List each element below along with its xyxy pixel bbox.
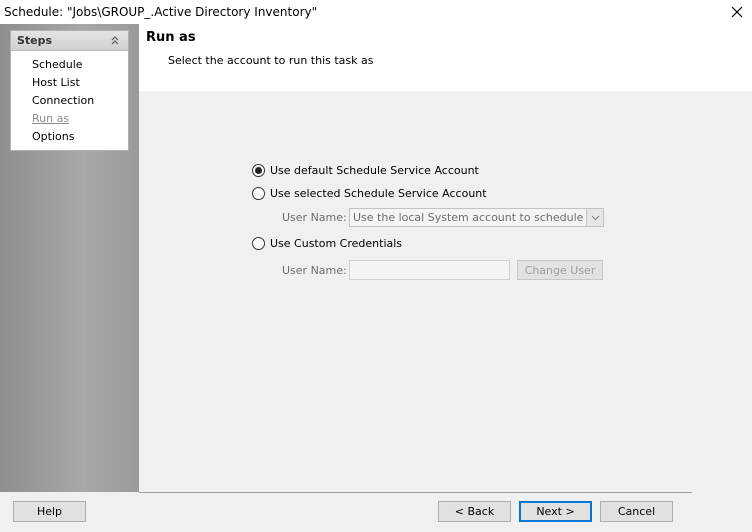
collapse-button[interactable] [108,33,122,47]
custom-user-name-input[interactable] [349,260,510,280]
selected-account-radio[interactable] [252,187,265,200]
steps-title: Steps [17,34,53,47]
header-panel: Run as Select the account to run this ta… [142,27,742,89]
steps-box: Steps Schedule Host List Connection Run … [10,30,129,151]
close-button[interactable] [722,0,752,24]
step-options[interactable]: Options [11,129,128,147]
default-account-option[interactable]: Use default Schedule Service Account [252,164,479,177]
chevron-down-icon [591,215,599,220]
radio-selected-dot [255,167,262,174]
page-title: Run as [146,30,196,45]
custom-credentials-option[interactable]: Use Custom Credentials [252,237,402,250]
dropdown-arrow[interactable] [586,209,603,226]
footer-divider [139,492,692,493]
step-run-as[interactable]: Run as [11,111,128,129]
account-select-value: Use the local System account to schedule… [353,211,604,224]
steps-header: Steps [11,31,128,51]
next-button[interactable]: Next > [519,501,592,522]
selected-account-label: Use selected Schedule Service Account [270,187,487,200]
custom-user-name-label: User Name: [282,264,347,277]
selected-account-option[interactable]: Use selected Schedule Service Account [252,187,487,200]
window-title: Schedule: "Jobs\GROUP_.Active Directory … [4,5,318,19]
step-host-list[interactable]: Host List [11,75,128,93]
left-panel: Steps Schedule Host List Connection Run … [0,24,139,492]
change-user-button[interactable]: Change User [517,260,603,280]
step-connection[interactable]: Connection [11,93,128,111]
back-button[interactable]: < Back [438,501,511,522]
close-icon [731,6,743,18]
account-select[interactable]: Use the local System account to schedule… [349,208,604,227]
content-area: Use default Schedule Service Account Use… [139,91,752,492]
steps-list: Schedule Host List Connection Run as Opt… [11,51,128,147]
default-account-radio[interactable] [252,164,265,177]
default-account-label: Use default Schedule Service Account [270,164,479,177]
title-bar: Schedule: "Jobs\GROUP_.Active Directory … [0,0,752,24]
help-button[interactable]: Help [13,501,86,522]
custom-credentials-radio[interactable] [252,237,265,250]
step-schedule[interactable]: Schedule [11,57,128,75]
footer: Help < Back Next > Cancel [0,492,752,532]
custom-credentials-label: Use Custom Credentials [270,237,403,250]
cancel-button[interactable]: Cancel [600,501,673,522]
double-chevron-up-icon [111,36,119,45]
page-subtitle: Select the account to run this task as [168,54,374,67]
selected-user-name-label: User Name: [282,211,347,224]
